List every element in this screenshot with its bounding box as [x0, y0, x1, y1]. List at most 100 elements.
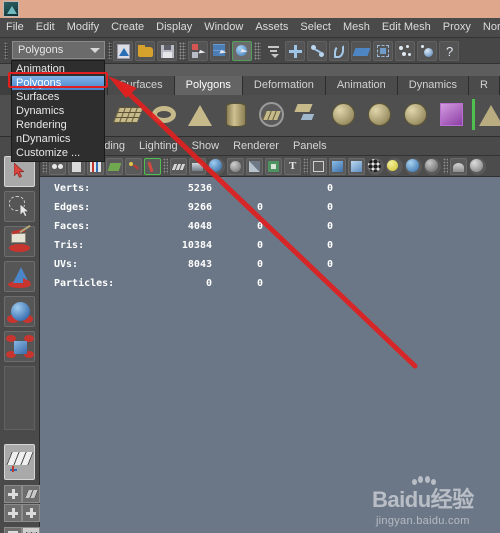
- hypershade-persp-button[interactable]: [22, 504, 40, 522]
- grey-ball-icon[interactable]: [469, 157, 486, 175]
- select-by-object-type-icon[interactable]: [210, 41, 230, 61]
- menu-set-dropdown-list[interactable]: Animation Polygons Surfaces Dynamics Ren…: [11, 60, 105, 162]
- handle-icon[interactable]: [285, 41, 305, 61]
- grease-pencil-icon[interactable]: [144, 157, 161, 175]
- four-view-button[interactable]: [4, 485, 22, 503]
- menu-item-display[interactable]: Display: [150, 18, 198, 37]
- menu-item-edit-mesh[interactable]: Edit Mesh: [376, 18, 437, 37]
- poly-sphere-icon[interactable]: [364, 99, 395, 130]
- statusline-grip-2[interactable]: [179, 42, 186, 60]
- poly-cube-purple-icon[interactable]: [436, 99, 467, 130]
- select-by-component-type-icon[interactable]: [232, 41, 252, 61]
- move-tool[interactable]: [4, 261, 35, 292]
- chevron-down-icon[interactable]: [90, 48, 100, 53]
- persp-outliner-button[interactable]: [22, 485, 40, 503]
- wireframe-icon[interactable]: [170, 157, 187, 175]
- open-scene-icon[interactable]: [135, 41, 155, 61]
- light-yellow-icon[interactable]: [386, 157, 403, 175]
- deformers-icon[interactable]: [373, 41, 393, 61]
- misc-icon[interactable]: ?: [439, 41, 459, 61]
- viewtools-grip-2[interactable]: [303, 158, 308, 174]
- lasso-select-tool[interactable]: [4, 191, 35, 222]
- statusline-grip-3[interactable]: [254, 42, 261, 60]
- persp-graph-button[interactable]: [4, 504, 22, 522]
- shelf-tab-deformation[interactable]: Deformation: [242, 76, 326, 95]
- menu-item-normals[interactable]: Norm: [477, 18, 500, 37]
- light-grey-icon[interactable]: [424, 157, 441, 175]
- poly-helix-icon[interactable]: [400, 99, 431, 130]
- shadows-icon[interactable]: [246, 157, 263, 175]
- high-quality-render-icon[interactable]: [367, 157, 384, 175]
- menu-item-file[interactable]: File: [0, 18, 30, 37]
- screen-space-ao-icon[interactable]: [265, 157, 282, 175]
- outliner-persp-button[interactable]: [4, 527, 22, 533]
- panel-menu-lighting[interactable]: Lighting: [132, 137, 185, 155]
- menu-item-proxy[interactable]: Proxy: [437, 18, 477, 37]
- save-scene-icon[interactable]: [157, 41, 177, 61]
- particle-icon[interactable]: [417, 41, 437, 61]
- textured-icon[interactable]: [208, 157, 225, 175]
- light-blue-icon[interactable]: [405, 157, 422, 175]
- watermark-title: Baidu经验: [372, 476, 474, 514]
- hud-verts-col3: 0: [326, 183, 333, 194]
- viewtools-grip-1[interactable]: [163, 158, 168, 174]
- poly-pyramid-icon[interactable]: [184, 99, 215, 130]
- shelf-tab-rendering[interactable]: R: [469, 76, 500, 95]
- viewtools-grip-3[interactable]: [443, 158, 448, 174]
- poly-prism-icon[interactable]: [472, 99, 500, 130]
- xray-joints-icon[interactable]: [329, 157, 346, 175]
- viewport-panel-menu[interactable]: View Shading Lighting Show Renderer Pane…: [40, 137, 500, 156]
- poly-torus-icon[interactable]: [148, 99, 179, 130]
- dropdown-item-rendering[interactable]: Rendering: [12, 118, 104, 132]
- rotate-tool[interactable]: [4, 296, 35, 327]
- menu-item-modify[interactable]: Modify: [61, 18, 105, 37]
- dropdown-item-surfaces[interactable]: Surfaces: [12, 90, 104, 104]
- select-by-hierarchy-icon[interactable]: [188, 41, 208, 61]
- shelf-tab-dynamics[interactable]: Dynamics: [397, 76, 470, 95]
- smooth-shade-icon[interactable]: [189, 157, 206, 175]
- xray-active-icon[interactable]: [348, 157, 365, 175]
- xray-icon[interactable]: [310, 157, 327, 175]
- dropdown-item-animation[interactable]: Animation: [12, 62, 104, 76]
- poly-pipe-icon[interactable]: [220, 99, 251, 130]
- dropdown-item-ndynamics[interactable]: nDynamics: [12, 132, 104, 146]
- dropdown-item-dynamics[interactable]: Dynamics: [12, 104, 104, 118]
- statusline-grip-1[interactable]: [108, 42, 112, 59]
- main-menu-bar[interactable]: File Edit Modify Create Display Window A…: [0, 18, 500, 38]
- image-plane-icon[interactable]: [106, 157, 123, 175]
- new-scene-icon[interactable]: [113, 41, 133, 61]
- grey-dome-icon[interactable]: [450, 157, 467, 175]
- poly-soup-icon[interactable]: [292, 99, 323, 130]
- selection-mask-icon[interactable]: [263, 41, 283, 61]
- paint-select-tool[interactable]: [4, 224, 35, 257]
- menu-item-edit[interactable]: Edit: [30, 18, 61, 37]
- poly-sphere-alt-icon[interactable]: [328, 99, 359, 130]
- shelf-tab-surfaces[interactable]: Surfaces: [108, 76, 175, 95]
- dropdown-item-polygons[interactable]: Polygons: [12, 76, 104, 90]
- persp-only-button[interactable]: [22, 527, 40, 533]
- menu-item-select[interactable]: Select: [294, 18, 337, 37]
- menu-item-create[interactable]: Create: [105, 18, 150, 37]
- panel-menu-panels[interactable]: Panels: [286, 137, 334, 155]
- surfaces-icon[interactable]: [351, 41, 371, 61]
- menu-set-selector[interactable]: Polygons: [12, 41, 105, 59]
- dynamics-icon[interactable]: [395, 41, 415, 61]
- panel-menu-show[interactable]: Show: [185, 137, 227, 155]
- joints-icon[interactable]: [307, 41, 327, 61]
- use-lights-icon[interactable]: [227, 157, 244, 175]
- menu-item-window[interactable]: Window: [198, 18, 249, 37]
- panel-menu-renderer[interactable]: Renderer: [226, 137, 286, 155]
- motion-blur-icon[interactable]: T: [284, 157, 301, 175]
- menu-item-mesh[interactable]: Mesh: [337, 18, 376, 37]
- curves-icon[interactable]: [329, 41, 349, 61]
- menu-item-assets[interactable]: Assets: [249, 18, 294, 37]
- two-d-pan-zoom-icon[interactable]: [125, 157, 142, 175]
- single-perspective-view-button[interactable]: [4, 444, 35, 480]
- shelf-tab-animation[interactable]: Animation: [325, 76, 398, 95]
- statusline-grip-left[interactable]: [4, 42, 8, 59]
- poly-disc-icon[interactable]: [256, 99, 287, 130]
- scale-tool[interactable]: [4, 331, 35, 362]
- poly-plane-icon[interactable]: [112, 99, 143, 130]
- shelf-tab-polygons[interactable]: Polygons: [174, 76, 243, 95]
- dropdown-item-customize[interactable]: Customize ...: [12, 146, 104, 160]
